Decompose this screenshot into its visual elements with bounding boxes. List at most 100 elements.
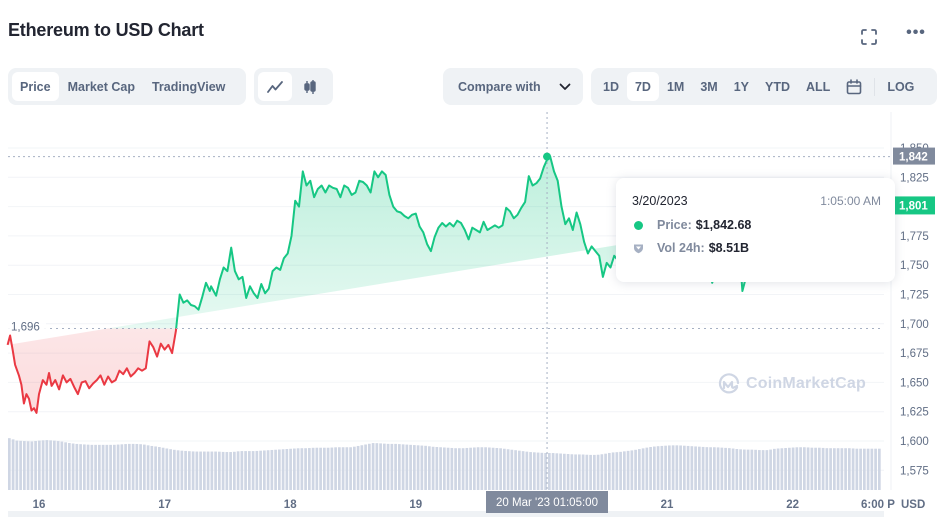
currency-label: USD xyxy=(901,499,925,511)
fullscreen-icon[interactable] xyxy=(859,28,879,46)
volume-bar xyxy=(585,454,589,490)
volume-bar xyxy=(326,447,330,490)
volume-bar xyxy=(386,443,390,490)
volume-bar xyxy=(450,447,454,490)
volume-bar xyxy=(244,451,247,490)
volume-bar xyxy=(75,443,79,490)
volume-bar xyxy=(68,443,71,490)
volume-bar xyxy=(634,449,637,490)
range-1m[interactable]: 1M xyxy=(659,72,692,101)
volume-bar xyxy=(300,448,304,490)
x-end-label: 6:00 P xyxy=(861,499,895,511)
volume-bar xyxy=(683,445,686,490)
candlestick-chart-button[interactable] xyxy=(294,72,328,101)
volume-bar xyxy=(225,452,229,490)
volume-bar xyxy=(293,448,296,490)
volume-bar xyxy=(413,445,416,490)
volume-bar xyxy=(304,448,307,490)
volume-bar xyxy=(158,447,161,490)
volume-bar xyxy=(690,446,694,490)
volume-bar xyxy=(788,447,791,490)
volume-bar xyxy=(428,446,431,490)
y-tick-label: 1,775 xyxy=(900,231,929,243)
volume-bar xyxy=(334,447,337,490)
volume-bar xyxy=(525,451,529,490)
volume-bar xyxy=(799,447,802,490)
chevron-down-icon xyxy=(559,83,571,90)
range-ytd[interactable]: YTD xyxy=(757,72,798,101)
volume-bar xyxy=(724,447,727,490)
volume-bar xyxy=(503,448,506,490)
volume-bar xyxy=(90,444,94,490)
volume-bar xyxy=(349,447,352,490)
volume-bar xyxy=(514,450,517,490)
compare-with-dropdown[interactable]: Compare with xyxy=(443,68,583,105)
volume-bar xyxy=(645,447,649,490)
y-tick-label: 1,625 xyxy=(900,407,929,419)
volume-bar xyxy=(169,449,172,490)
volume-bar xyxy=(79,444,82,490)
volume-bar xyxy=(825,448,829,490)
coinmarketcap-logo-icon xyxy=(718,373,740,394)
volume-bar xyxy=(240,451,244,490)
volume-bar xyxy=(371,443,375,490)
volume-bar xyxy=(773,448,776,490)
volume-bar xyxy=(251,451,255,490)
volume-bar xyxy=(446,447,450,490)
volume-bar xyxy=(791,447,795,490)
tooltip-price-value: $1,842.68 xyxy=(695,218,752,232)
volume-bar xyxy=(379,443,382,490)
volume-bar xyxy=(135,443,139,490)
volume-bar xyxy=(221,451,225,490)
calendar-icon xyxy=(847,78,862,94)
line-chart-button[interactable] xyxy=(258,72,292,101)
volume-bar xyxy=(173,449,176,490)
volume-bar xyxy=(675,445,679,490)
range-1y[interactable]: 1Y xyxy=(726,72,757,101)
range-all[interactable]: ALL xyxy=(798,72,838,101)
volume-bar xyxy=(578,454,581,490)
range-7d[interactable]: 7D xyxy=(626,72,659,101)
calendar-button[interactable] xyxy=(838,72,870,101)
log-scale-toggle[interactable]: LOG xyxy=(879,72,922,101)
volume-bar xyxy=(761,450,765,490)
more-horizontal-icon[interactable]: ••• xyxy=(906,24,926,42)
volume-bar xyxy=(86,444,90,490)
volume-bar xyxy=(476,447,480,490)
range-3m[interactable]: 3M xyxy=(692,72,725,101)
volume-bar xyxy=(210,451,214,490)
volume-bar xyxy=(259,450,262,490)
volume-bar xyxy=(113,444,116,490)
volume-bar xyxy=(581,454,585,490)
volume-bar xyxy=(345,447,349,490)
volume-bar xyxy=(480,447,484,490)
range-1d[interactable]: 1D xyxy=(595,72,627,101)
volume-bar xyxy=(829,448,832,490)
volume-bar xyxy=(41,440,45,490)
tab-price[interactable]: Price xyxy=(12,72,59,101)
volume-bar xyxy=(154,446,157,490)
price-tooltip: 3/20/2023 1:05:00 AM Price: $1,842.68 Vo… xyxy=(616,178,895,282)
y-tick-label: 1,675 xyxy=(900,348,929,360)
volume-bar xyxy=(840,448,844,490)
price-chart[interactable]: 1,696 1,575 1,600 1,625 1,650 1,675 1,700 1,72… xyxy=(0,112,943,520)
y-tick-label: 1,725 xyxy=(900,290,929,302)
volume-bar xyxy=(529,452,532,490)
volume-bar xyxy=(499,448,502,490)
volume-bar xyxy=(521,451,525,490)
volume-bar xyxy=(150,445,154,490)
volume-bar xyxy=(394,443,397,490)
volume-bar xyxy=(765,450,769,490)
volume-bar xyxy=(11,439,15,490)
volume-bar xyxy=(469,447,472,490)
volume-bar xyxy=(308,448,311,490)
tab-market-cap[interactable]: Market Cap xyxy=(60,72,143,101)
volume-bar xyxy=(555,453,559,490)
x-tick-label: 17 xyxy=(158,499,171,511)
volume-bar xyxy=(124,444,127,490)
volume-bar xyxy=(398,444,401,490)
volume-bar xyxy=(596,454,600,490)
volume-bar xyxy=(784,448,787,490)
tab-tradingview[interactable]: TradingView xyxy=(144,72,233,101)
volume-bar xyxy=(139,444,142,490)
